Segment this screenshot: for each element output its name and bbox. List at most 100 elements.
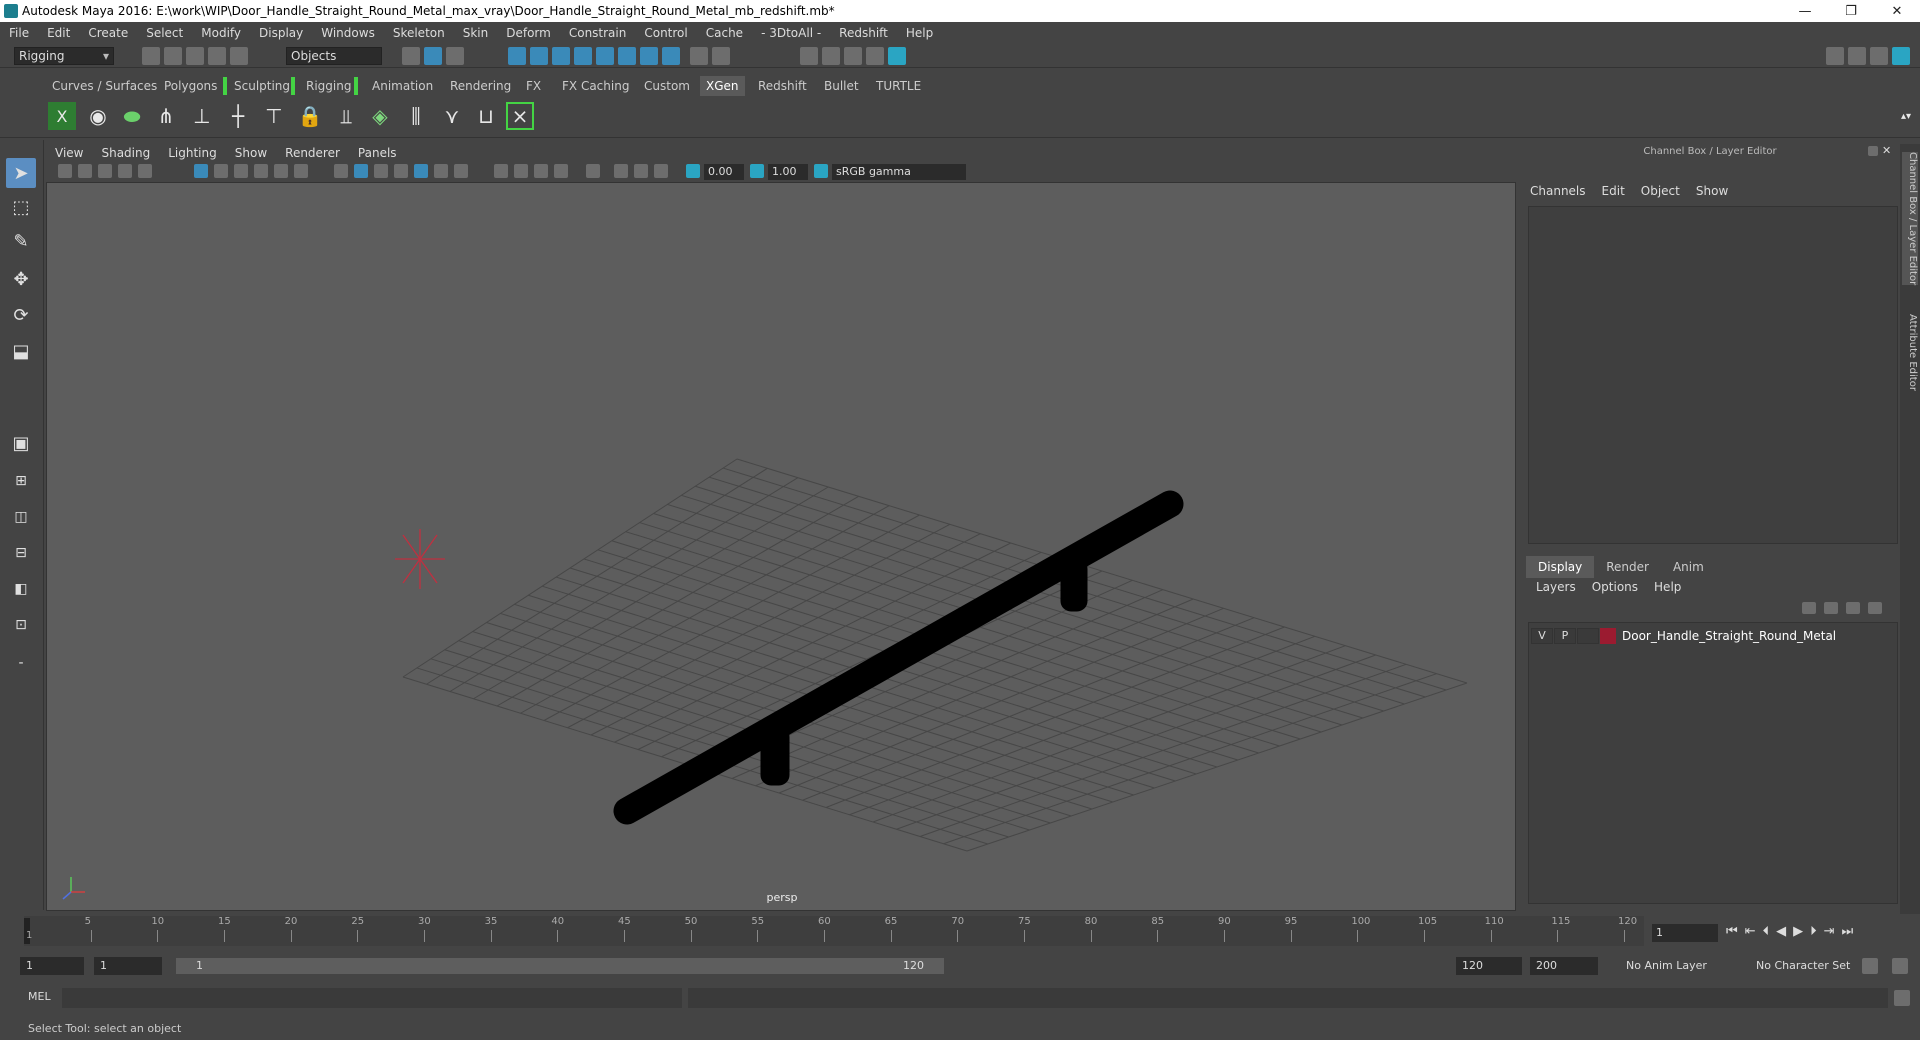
resolution-gate-icon[interactable] <box>234 164 248 178</box>
color-management-icon[interactable] <box>814 164 828 178</box>
xgen-region-icon[interactable]: ◈ <box>366 102 394 130</box>
playback-end-field[interactable]: 120 <box>1456 957 1522 975</box>
modeling-toolkit-icon[interactable] <box>1826 47 1844 65</box>
shelf-tab-fx[interactable]: FX <box>520 76 547 96</box>
snap-view-icon[interactable] <box>574 47 592 65</box>
undo-icon[interactable] <box>208 47 226 65</box>
image-plane-icon[interactable] <box>118 164 132 178</box>
ipr-render-icon[interactable] <box>844 47 862 65</box>
mel-label[interactable]: MEL <box>28 990 51 1003</box>
minimize-button[interactable]: — <box>1782 0 1828 22</box>
layer-tab-display[interactable]: Display <box>1526 556 1595 578</box>
layer-tab-render[interactable]: Render <box>1594 556 1661 578</box>
menu-control[interactable]: Control <box>635 26 696 40</box>
layout-options-icon[interactable]: - <box>6 648 36 678</box>
layer-menu-layers[interactable]: Layers <box>1528 580 1584 598</box>
save-scene-icon[interactable] <box>186 47 204 65</box>
paint-select-tool-icon[interactable]: ✎ <box>6 226 36 256</box>
xgen-sculpt-icon[interactable]: ⫼ <box>402 102 430 130</box>
animation-start-field[interactable]: 1 <box>20 957 84 975</box>
grid-toggle-icon[interactable] <box>194 164 208 178</box>
render-view-icon[interactable] <box>800 47 818 65</box>
gamma-icon[interactable] <box>750 164 764 178</box>
wireframe-on-shaded-icon[interactable] <box>394 164 408 178</box>
menu-modify[interactable]: Modify <box>192 26 250 40</box>
script-editor-icon[interactable] <box>1894 990 1910 1006</box>
menu-redshift[interactable]: Redshift <box>830 26 897 40</box>
character-set-dropdown[interactable]: No Character Set <box>1750 957 1872 975</box>
xgen-guide-length-icon[interactable]: ⫫ <box>332 102 360 130</box>
auto-key-icon[interactable] <box>1862 958 1878 974</box>
viewport-menu-renderer[interactable]: Renderer <box>276 146 349 160</box>
menu-constrain[interactable]: Constrain <box>560 26 636 40</box>
restore-button[interactable]: ❐ <box>1828 0 1874 22</box>
move-layer-down-icon[interactable] <box>1824 602 1838 614</box>
wireframe-icon[interactable] <box>334 164 348 178</box>
four-view-layout-icon[interactable]: ⊞ <box>6 466 36 496</box>
render-settings-icon[interactable] <box>866 47 884 65</box>
channel-box-toggle-icon[interactable] <box>1892 47 1910 65</box>
shelf-tab-bullet[interactable]: Bullet <box>818 76 865 96</box>
shelf-tab-custom[interactable]: Custom <box>638 76 696 96</box>
xgen-create-icon[interactable]: ⬬ <box>118 102 146 130</box>
history-icon[interactable] <box>662 47 680 65</box>
persp-outliner-layout-icon[interactable]: ◧ <box>6 574 36 604</box>
menu-skeleton[interactable]: Skeleton <box>384 26 454 40</box>
move-tool-icon[interactable]: ✥ <box>6 264 36 294</box>
select-object-icon[interactable] <box>424 47 442 65</box>
command-input[interactable] <box>62 988 682 1008</box>
channel-box-area[interactable] <box>1528 206 1898 544</box>
shelf-tab-xgen[interactable]: XGen <box>700 76 745 96</box>
snap-surface-icon[interactable] <box>596 47 614 65</box>
construction-history-icon[interactable] <box>712 47 730 65</box>
gate-mask-icon[interactable] <box>254 164 268 178</box>
animation-end-field[interactable]: 200 <box>1530 957 1598 975</box>
open-scene-icon[interactable] <box>164 47 182 65</box>
new-empty-layer-icon[interactable] <box>1846 602 1860 614</box>
go-to-start-icon[interactable]: ⏮ <box>1726 924 1738 939</box>
layer-visibility-toggle[interactable]: V <box>1531 628 1553 644</box>
bookmark-icon[interactable] <box>98 164 112 178</box>
xray-icon[interactable] <box>614 164 628 178</box>
channel-menu-object[interactable]: Object <box>1633 184 1688 202</box>
range-slider-bar[interactable]: 1 120 <box>176 958 944 974</box>
play-forward-icon[interactable]: ▶ <box>1793 924 1803 939</box>
float-panel-icon[interactable] <box>1868 146 1878 156</box>
menu-display[interactable]: Display <box>250 26 312 40</box>
snap-vertex-icon[interactable] <box>640 47 658 65</box>
default-material-icon[interactable] <box>374 164 388 178</box>
selection-mode-dropdown[interactable]: Objects <box>286 47 382 65</box>
shelf-tab-rendering[interactable]: Rendering <box>444 76 517 96</box>
xgen-flatten-icon[interactable]: ⊔ <box>472 102 500 130</box>
side-by-side-layout-icon[interactable]: ◫ <box>6 502 36 532</box>
side-tab-channel-box[interactable]: Channel Box / Layer Editor <box>1902 152 1918 286</box>
textured-icon[interactable] <box>414 164 428 178</box>
new-layer-selected-icon[interactable] <box>1868 602 1882 614</box>
viewport-menu-panels[interactable]: Panels <box>349 146 406 160</box>
motion-blur-icon[interactable] <box>514 164 528 178</box>
shelf-tab-turtle[interactable]: TURTLE <box>870 76 927 96</box>
menu-windows[interactable]: Windows <box>312 26 384 40</box>
menu-select[interactable]: Select <box>137 26 192 40</box>
menu-set-dropdown[interactable]: Rigging <box>14 47 114 65</box>
menu-help[interactable]: Help <box>897 26 942 40</box>
xgen-grooming-icon[interactable]: ⨯ <box>506 102 534 130</box>
xgen-add-guide-icon[interactable]: ⊥ <box>188 102 216 130</box>
viewport-menu-shading[interactable]: Shading <box>92 146 159 160</box>
attribute-editor-toggle-icon[interactable] <box>1848 47 1866 65</box>
backface-culling-icon[interactable] <box>654 164 668 178</box>
menu-skin[interactable]: Skin <box>454 26 498 40</box>
new-scene-icon[interactable] <box>142 47 160 65</box>
shadows-icon[interactable] <box>454 164 468 178</box>
time-slider-track[interactable]: 5 10 15 20 25 30 35 40 45 50 55 60 65 70 75 80 85 90 95 100… <box>24 916 1644 946</box>
xgen-lock-guide-icon[interactable]: 🔒 <box>296 102 324 130</box>
xray-joints-icon[interactable] <box>634 164 648 178</box>
snap-point-icon[interactable] <box>552 47 570 65</box>
layer-menu-help[interactable]: Help <box>1646 580 1689 598</box>
hypershade-layout-icon[interactable]: ⊡ <box>6 610 36 640</box>
xgen-move-guide-icon[interactable]: ⊤ <box>260 102 288 130</box>
animation-prefs-icon[interactable] <box>1892 958 1908 974</box>
snap-grid-icon[interactable] <box>508 47 526 65</box>
shelf-tab-animation[interactable]: Animation <box>366 76 439 96</box>
lasso-tool-icon[interactable]: ⬚ <box>6 192 36 222</box>
